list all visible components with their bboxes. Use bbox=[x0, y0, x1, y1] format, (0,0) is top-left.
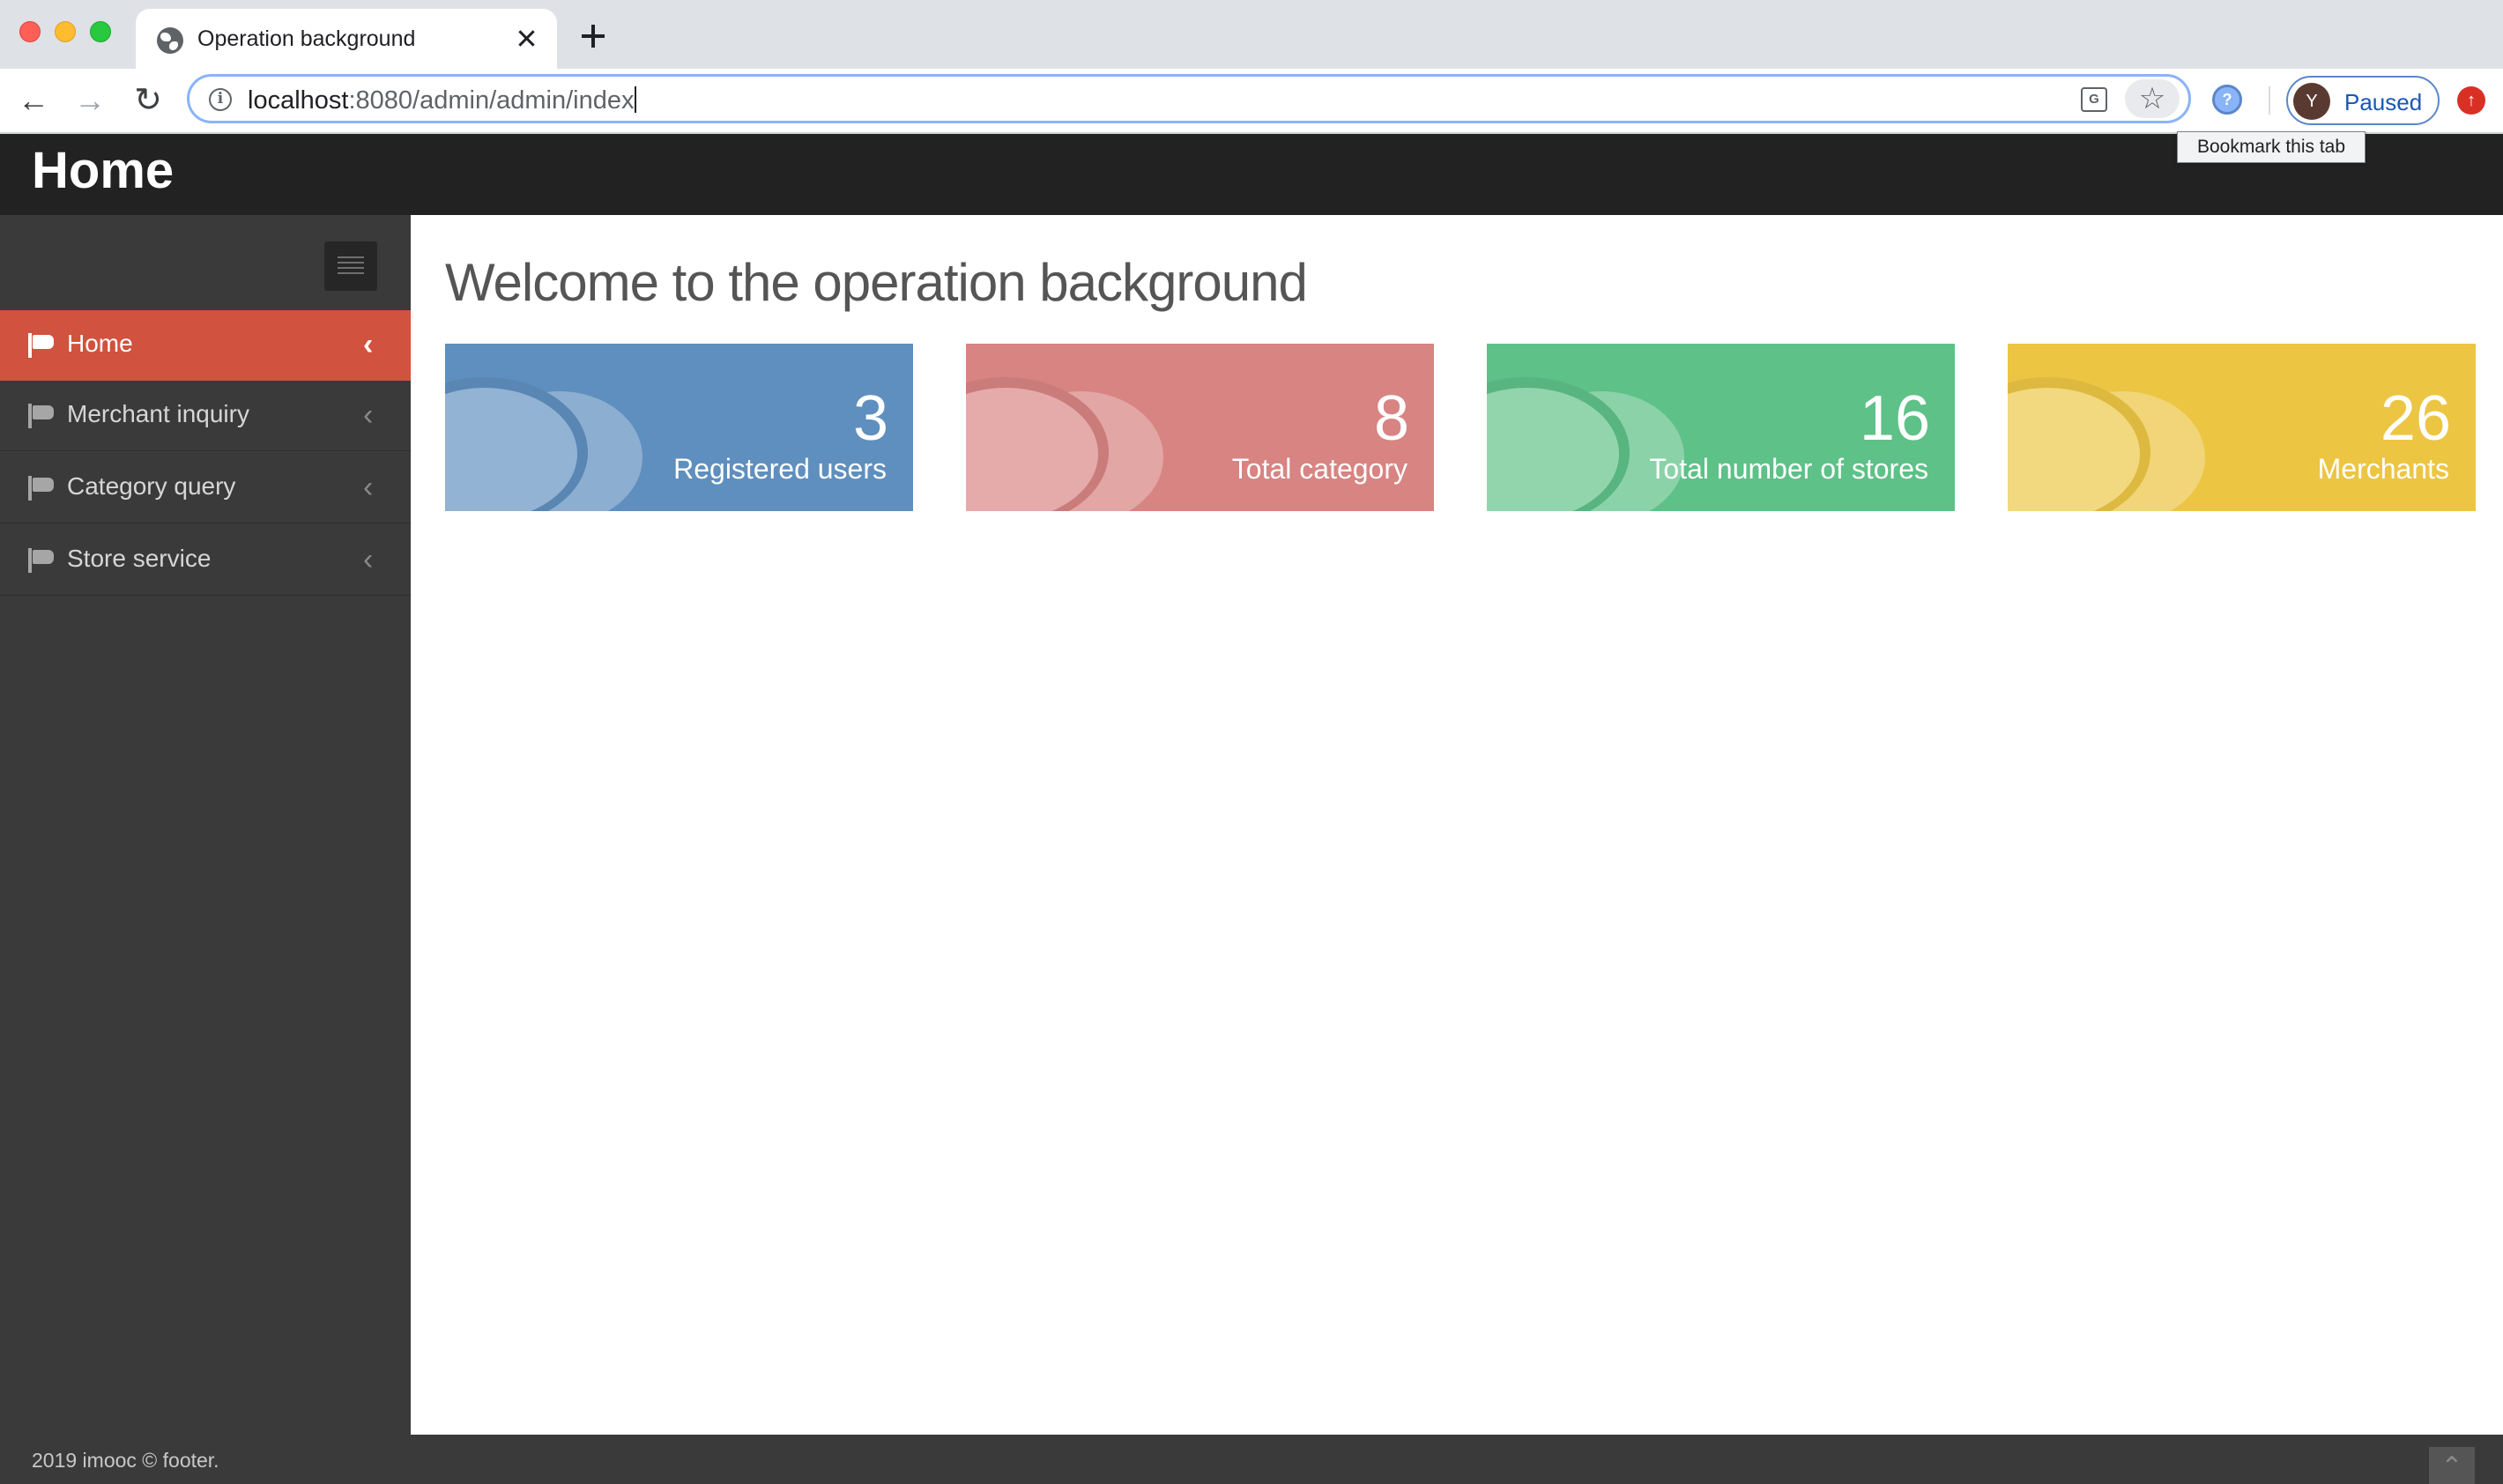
flag-icon bbox=[28, 404, 55, 428]
stat-value: 16 bbox=[1859, 383, 1930, 454]
address-bar[interactable]: i localhost:8080/admin/admin/index G ☆ bbox=[187, 74, 2191, 123]
menu-toggle-button[interactable] bbox=[324, 241, 377, 291]
chevron-left-icon: ‹ bbox=[363, 543, 374, 576]
stat-card-total-category[interactable]: 8 Total category bbox=[966, 344, 1434, 511]
stat-card-merchants[interactable]: 26 Merchants bbox=[2008, 344, 2476, 511]
forward-icon[interactable]: → bbox=[71, 81, 109, 120]
stat-label: Registered users bbox=[673, 453, 887, 485]
back-icon[interactable]: ← bbox=[14, 81, 53, 120]
stat-value: 3 bbox=[852, 383, 888, 454]
translate-icon[interactable]: G bbox=[2081, 87, 2107, 112]
sidebar-item-label: Merchant inquiry bbox=[67, 400, 249, 427]
stat-label: Merchants bbox=[2317, 453, 2449, 485]
profile-button[interactable]: Y Paused bbox=[2286, 76, 2440, 125]
info-icon[interactable]: i bbox=[209, 88, 232, 111]
stat-value: 26 bbox=[2380, 383, 2451, 454]
brand-title[interactable]: Home bbox=[32, 141, 174, 200]
chevron-left-icon: ‹ bbox=[363, 398, 374, 432]
footer: 2019 imooc © footer. ⌃ bbox=[0, 1435, 2503, 1484]
text-caret bbox=[634, 86, 636, 113]
flag-icon bbox=[28, 476, 55, 501]
browser-tabstrip: Operation background bbox=[0, 0, 2503, 69]
sidebar-item-merchant-inquiry[interactable]: Merchant inquiry ‹ bbox=[0, 381, 411, 451]
toolbar-divider bbox=[2269, 86, 2270, 115]
avatar: Y bbox=[2293, 83, 2330, 120]
sidebar-item-label: Category query bbox=[67, 472, 236, 500]
app-header: Home bbox=[0, 134, 2503, 215]
window-minimize-button[interactable] bbox=[55, 21, 76, 42]
stat-card-registered-users[interactable]: 3 Registered users bbox=[445, 344, 913, 511]
flag-icon bbox=[28, 548, 55, 573]
star-icon[interactable]: ☆ bbox=[2125, 79, 2180, 118]
stat-value: 8 bbox=[1373, 383, 1409, 454]
url-path: :8080/admin/admin/index bbox=[348, 86, 635, 115]
sidebar: Home ‹ Merchant inquiry ‹ Category query… bbox=[0, 215, 411, 1435]
stat-label: Total number of stores bbox=[1649, 453, 1928, 485]
stat-card-total-stores[interactable]: 16 Total number of stores bbox=[1487, 344, 1955, 511]
window-close-button[interactable] bbox=[19, 21, 41, 42]
sidebar-item-category-query[interactable]: Category query ‹ bbox=[0, 453, 411, 523]
stat-label: Total category bbox=[1231, 453, 1407, 485]
page-title: Welcome to the operation background bbox=[445, 253, 1308, 312]
window-zoom-button[interactable] bbox=[90, 21, 111, 42]
bookmark-tooltip: Bookmark this tab bbox=[2177, 131, 2366, 163]
close-icon[interactable] bbox=[511, 23, 541, 53]
tab-title: Operation background bbox=[197, 26, 416, 51]
url-text[interactable]: localhost:8080/admin/admin/index bbox=[248, 86, 636, 115]
extension-icon[interactable]: ? bbox=[2212, 85, 2242, 115]
browser-toolbar: ← → ↻ i localhost:8080/admin/admin/index… bbox=[0, 69, 2503, 134]
footer-text: 2019 imooc © footer. bbox=[32, 1449, 219, 1472]
chevron-left-icon: ‹ bbox=[363, 471, 374, 504]
profile-status: Paused bbox=[2344, 89, 2423, 115]
flag-icon bbox=[28, 333, 55, 358]
chevron-up-icon[interactable]: ⌃ bbox=[2429, 1447, 2475, 1484]
globe-icon bbox=[157, 27, 183, 54]
reload-icon[interactable]: ↻ bbox=[129, 81, 167, 120]
sidebar-item-label: Store service bbox=[67, 545, 212, 572]
sidebar-item-label: Home bbox=[67, 330, 133, 357]
plus-icon[interactable] bbox=[578, 21, 608, 51]
browser-tab[interactable]: Operation background bbox=[136, 9, 557, 69]
chevron-left-icon: ‹ bbox=[363, 328, 374, 361]
sidebar-item-home[interactable]: Home ‹ bbox=[0, 310, 411, 381]
sidebar-item-store-service[interactable]: Store service ‹ bbox=[0, 525, 411, 596]
update-icon[interactable]: ↑ bbox=[2457, 86, 2485, 115]
url-host: localhost bbox=[248, 86, 349, 115]
